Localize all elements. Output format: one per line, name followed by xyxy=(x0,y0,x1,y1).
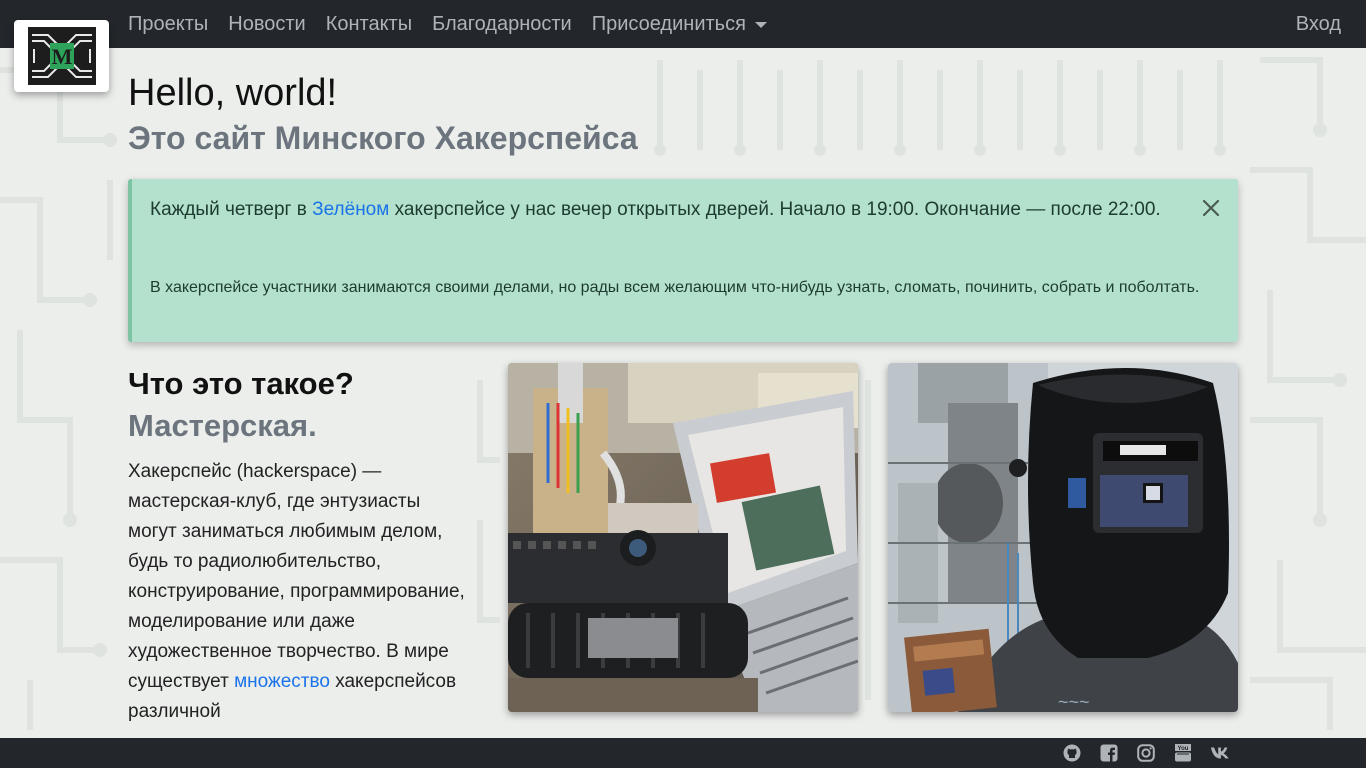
close-icon[interactable] xyxy=(1200,197,1222,219)
about-paragraph: Хакерспейс (hackerspace) — мастерская-кл… xyxy=(128,457,473,727)
section-subheading: Мастерская. xyxy=(128,408,317,443)
robot-laptop-photo xyxy=(508,363,858,712)
instagram-icon[interactable] xyxy=(1136,743,1156,763)
page-title: Hello, world! xyxy=(128,72,338,114)
youtube-icon[interactable]: You xyxy=(1173,743,1193,763)
social-links: You xyxy=(1045,738,1230,768)
logo-letter: M xyxy=(51,44,72,69)
nav-item-thanks[interactable]: Благодарности xyxy=(432,13,572,36)
alert-text-before: Каждый четверг в xyxy=(150,199,313,220)
nav-links: Проекты Новости Контакты Благодарности П… xyxy=(128,0,787,48)
site-logo[interactable]: M xyxy=(14,20,109,92)
nav-item-contacts[interactable]: Контакты xyxy=(326,13,412,36)
alert-secondary-text: В хакерспейсе участники занимаются своим… xyxy=(150,279,1200,296)
welding-mask-photo: ~~~ xyxy=(888,363,1238,712)
nav-item-news[interactable]: Новости xyxy=(228,13,305,36)
facebook-icon[interactable] xyxy=(1099,743,1119,763)
login-link[interactable]: Вход xyxy=(1296,0,1341,48)
nav-item-join-label: Присоединиться xyxy=(591,12,746,35)
open-house-alert: Каждый четверг в Зелёном хакерспейсе у н… xyxy=(128,179,1238,342)
section-heading: Что это такое? xyxy=(128,366,354,401)
nav-item-join-dropdown[interactable]: Присоединиться xyxy=(592,13,767,36)
alert-main-text: Каждый четверг в Зелёном хакерспейсе у н… xyxy=(150,195,1190,225)
svg-text:~~~: ~~~ xyxy=(1058,692,1090,712)
page-subtitle: Это сайт Минского Хакерспейса xyxy=(128,120,638,156)
hackerspace-logo-icon: M xyxy=(27,27,96,85)
about-text-before: Хакерспейс (hackerspace) — мастерская-кл… xyxy=(128,461,465,692)
footer-bar: You xyxy=(0,738,1366,768)
top-navbar: Проекты Новости Контакты Благодарности П… xyxy=(0,0,1366,48)
caret-down-icon xyxy=(754,22,767,28)
github-icon[interactable] xyxy=(1062,743,1082,763)
many-hackerspaces-link[interactable]: множество xyxy=(234,671,330,692)
svg-text:You: You xyxy=(1178,746,1189,752)
main-content: Hello, world! Это сайт Минского Хакерспе… xyxy=(0,0,1366,768)
alert-text-after: хакерспейсе у нас вечер открытых дверей.… xyxy=(389,199,1161,220)
green-hackerspace-link[interactable]: Зелёном xyxy=(312,199,389,220)
nav-item-projects[interactable]: Проекты xyxy=(128,13,208,36)
vk-icon[interactable] xyxy=(1210,743,1230,763)
